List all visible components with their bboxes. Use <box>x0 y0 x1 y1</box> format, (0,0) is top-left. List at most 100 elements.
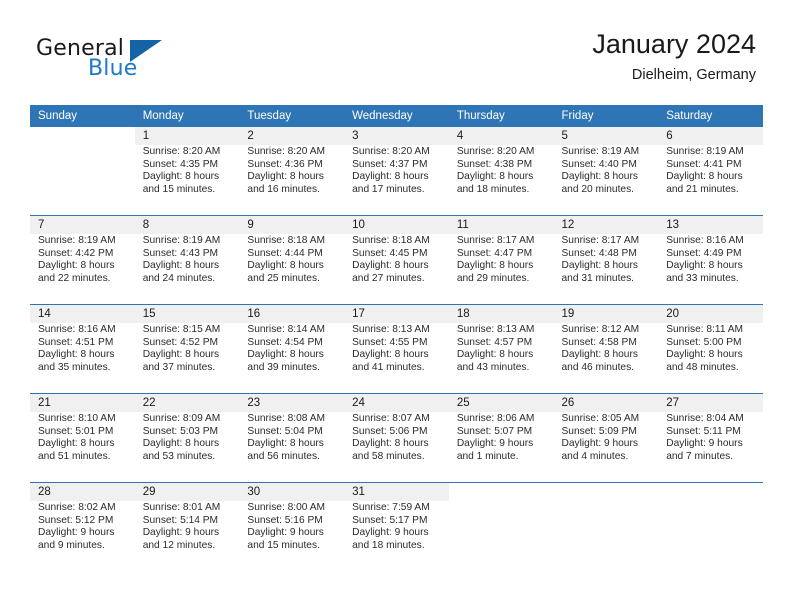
day-number[interactable]: 19 <box>553 305 659 323</box>
daylight-text-line1: Daylight: 9 hours <box>142 527 220 539</box>
sunrise-text: Sunrise: 8:19 AM <box>561 146 640 157</box>
day-number[interactable]: 3 <box>344 127 449 145</box>
daylight-text-line2: and 53 minutes. <box>142 450 216 462</box>
day-number[interactable]: 10 <box>344 216 449 234</box>
day-number[interactable]: 21 <box>30 394 135 412</box>
brand-name-blue: Blue <box>88 56 138 81</box>
day-number[interactable]: 16 <box>239 305 345 323</box>
day-number[interactable]: 6 <box>658 127 763 145</box>
calendar-grid: Sunday Monday Tuesday Wednesday Thursday… <box>30 105 763 571</box>
day-number[interactable]: 25 <box>448 394 554 412</box>
daylight-text-line2: and 24 minutes. <box>142 272 216 284</box>
day-number[interactable]: 9 <box>239 216 345 234</box>
daylight-text-line2: and 15 minutes. <box>142 183 216 195</box>
weekday-header-wednesday: Wednesday <box>344 105 449 127</box>
sunset-text: Sunset: 5:00 PM <box>666 336 742 348</box>
daylight-text-line2: and 33 minutes. <box>666 272 739 284</box>
daylight-text-line1: Daylight: 8 hours <box>666 171 743 183</box>
day-number[interactable]: 5 <box>553 127 659 145</box>
daylight-text-line2: and 27 minutes. <box>352 272 425 284</box>
sunrise-text: Sunrise: 8:20 AM <box>247 146 325 157</box>
sunset-text: Sunset: 4:37 PM <box>352 158 428 170</box>
daylight-text-line2: and 46 minutes. <box>561 361 635 373</box>
daylight-text-line2: and 1 minute. <box>456 450 519 462</box>
sunrise-text: Sunrise: 8:02 AM <box>38 502 116 513</box>
day-number[interactable]: 27 <box>658 394 763 412</box>
sunset-text: Sunset: 5:03 PM <box>142 425 219 437</box>
daylight-text-line2: and 48 minutes. <box>666 361 739 373</box>
daylight-text-line1: Daylight: 9 hours <box>247 527 324 539</box>
day-info: Sunrise: 8:17 AM Sunset: 4:47 PM Dayligh… <box>448 234 554 304</box>
day-number[interactable]: 30 <box>239 483 345 501</box>
daylight-text-line1: Daylight: 8 hours <box>142 349 220 361</box>
day-number[interactable]: 11 <box>448 216 554 234</box>
sunset-text: Sunset: 4:44 PM <box>247 247 323 259</box>
weekday-header-saturday: Saturday <box>658 105 763 127</box>
page-header: General Blue January 2024 Dielheim, Germ… <box>0 0 792 100</box>
sunrise-text: Sunrise: 8:13 AM <box>456 324 535 335</box>
sunset-text: Sunset: 4:41 PM <box>666 158 742 170</box>
week-5-daynum-row: 28 29 30 31 <box>30 483 763 501</box>
sunset-text: Sunset: 4:48 PM <box>561 247 637 259</box>
day-number[interactable]: 13 <box>658 216 763 234</box>
day-number[interactable]: 18 <box>448 305 554 323</box>
day-number[interactable]: 12 <box>553 216 659 234</box>
sunset-text: Sunset: 4:35 PM <box>142 158 219 170</box>
daylight-text-line1: Daylight: 8 hours <box>352 438 429 450</box>
day-info: Sunrise: 8:06 AM Sunset: 5:07 PM Dayligh… <box>448 412 554 482</box>
daylight-text-line2: and 41 minutes. <box>352 361 425 373</box>
day-info: Sunrise: 8:00 AM Sunset: 5:16 PM Dayligh… <box>239 501 345 571</box>
day-number[interactable]: 14 <box>30 305 135 323</box>
sunrise-text: Sunrise: 7:59 AM <box>352 502 430 513</box>
day-number[interactable]: 24 <box>344 394 449 412</box>
day-number[interactable]: 1 <box>134 127 240 145</box>
daylight-text-line1: Daylight: 8 hours <box>352 260 429 272</box>
calendar-page: General Blue January 2024 Dielheim, Germ… <box>0 0 792 612</box>
day-number[interactable]: 22 <box>134 394 240 412</box>
week-1-info-row: Sunrise: 8:20 AM Sunset: 4:35 PM Dayligh… <box>30 145 763 215</box>
day-info: Sunrise: 8:10 AM Sunset: 5:01 PM Dayligh… <box>30 412 135 482</box>
day-cell-empty <box>553 483 659 501</box>
sunrise-text: Sunrise: 8:11 AM <box>666 324 744 335</box>
day-info: Sunrise: 8:20 AM Sunset: 4:35 PM Dayligh… <box>134 145 240 215</box>
day-number[interactable]: 2 <box>239 127 345 145</box>
daylight-text-line1: Daylight: 9 hours <box>38 527 115 539</box>
daylight-text-line1: Daylight: 8 hours <box>666 349 743 361</box>
day-info-empty <box>30 145 135 215</box>
daylight-text-line2: and 18 minutes. <box>456 183 530 195</box>
sunrise-text: Sunrise: 8:15 AM <box>142 324 221 335</box>
day-cell-empty <box>658 483 763 501</box>
sunset-text: Sunset: 4:45 PM <box>352 247 428 259</box>
day-number[interactable]: 17 <box>344 305 449 323</box>
day-info: Sunrise: 8:11 AM Sunset: 5:00 PM Dayligh… <box>658 323 763 393</box>
sunset-text: Sunset: 4:38 PM <box>456 158 533 170</box>
day-number[interactable]: 31 <box>344 483 449 501</box>
day-info-empty <box>553 501 659 571</box>
day-number[interactable]: 8 <box>134 216 240 234</box>
week-1-daynum-row: 1 2 3 4 5 6 <box>30 127 763 145</box>
day-number[interactable]: 20 <box>658 305 763 323</box>
sunrise-text: Sunrise: 8:19 AM <box>666 146 744 157</box>
sunset-text: Sunset: 4:54 PM <box>247 336 323 348</box>
daylight-text-line1: Daylight: 8 hours <box>456 260 534 272</box>
daylight-text-line1: Daylight: 9 hours <box>456 438 534 450</box>
sunset-text: Sunset: 4:55 PM <box>352 336 428 348</box>
sunrise-text: Sunrise: 8:18 AM <box>352 235 430 246</box>
daylight-text-line1: Daylight: 8 hours <box>247 438 324 450</box>
day-number[interactable]: 4 <box>448 127 554 145</box>
day-number[interactable]: 29 <box>134 483 240 501</box>
day-number[interactable]: 26 <box>553 394 659 412</box>
daylight-text-line2: and 21 minutes. <box>666 183 739 195</box>
day-number[interactable]: 28 <box>30 483 135 501</box>
sunrise-text: Sunrise: 8:10 AM <box>38 413 116 424</box>
daylight-text-line2: and 20 minutes. <box>561 183 635 195</box>
daylight-text-line1: Daylight: 8 hours <box>142 171 220 183</box>
daylight-text-line1: Daylight: 8 hours <box>38 349 115 361</box>
day-number[interactable]: 7 <box>30 216 135 234</box>
day-number[interactable]: 15 <box>134 305 240 323</box>
day-number[interactable]: 23 <box>239 394 345 412</box>
sunset-text: Sunset: 5:17 PM <box>352 514 428 526</box>
weekday-header-thursday: Thursday <box>448 105 554 127</box>
weekday-header-friday: Friday <box>553 105 659 127</box>
day-info: Sunrise: 8:20 AM Sunset: 4:36 PM Dayligh… <box>239 145 345 215</box>
